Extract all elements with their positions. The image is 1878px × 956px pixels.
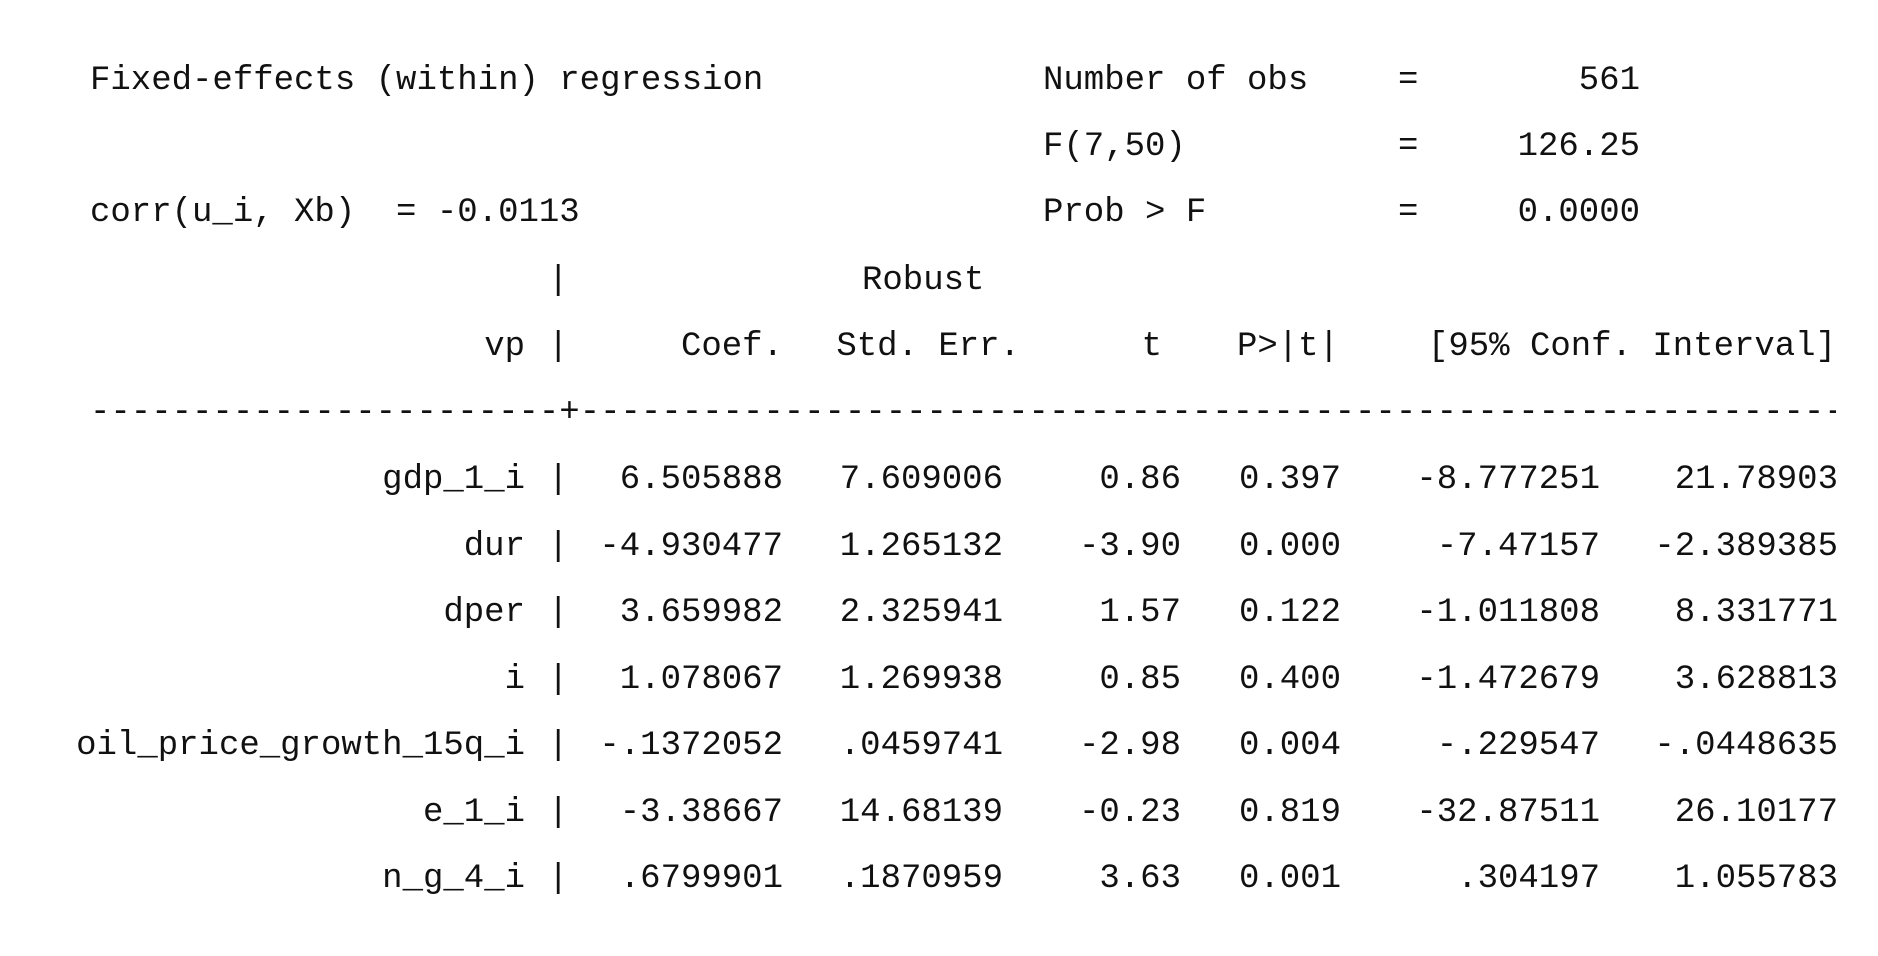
row-ci-low: -1.472679 xyxy=(1416,661,1600,699)
header-pipe: | xyxy=(548,262,569,300)
row-coef: .6799901 xyxy=(619,860,783,898)
row-se: 14.68139 xyxy=(839,794,1003,832)
row-ci-high: -2.389385 xyxy=(1654,528,1838,566)
row-p: 0.819 xyxy=(1238,794,1341,832)
row-coef: 1.078067 xyxy=(619,661,783,699)
row-p: 0.122 xyxy=(1238,594,1341,632)
row-se: 7.609006 xyxy=(839,461,1003,499)
col-header-ci: [95% Conf. Interval] xyxy=(1427,328,1836,366)
row-se: .1870959 xyxy=(839,860,1003,898)
row-pipe: | xyxy=(548,794,569,832)
row-pipe: | xyxy=(548,860,569,898)
robust-label: Robust xyxy=(862,262,985,300)
row-p: 0.000 xyxy=(1238,528,1341,566)
row-t: 0.85 xyxy=(1099,661,1181,699)
row-p: 0.397 xyxy=(1238,461,1341,499)
row-p: 0.004 xyxy=(1238,727,1341,765)
stat-eq-nobs: = xyxy=(1398,62,1419,100)
corr-line: corr(u_i, Xb) = -0.0113 xyxy=(90,194,580,232)
row-coef: -.1372052 xyxy=(599,727,783,765)
stat-value-probf: 0.0000 xyxy=(1517,194,1640,232)
row-var: n_g_4_i xyxy=(382,860,525,898)
row-pipe: | xyxy=(548,594,569,632)
row-t: 0.86 xyxy=(1099,461,1181,499)
row-ci-high: 8.331771 xyxy=(1674,594,1838,632)
row-pipe: | xyxy=(548,528,569,566)
row-var: e_1_i xyxy=(422,794,525,832)
row-ci-low: -8.777251 xyxy=(1416,461,1600,499)
stat-label-f: F(7,50) xyxy=(1043,128,1186,166)
row-p: 0.400 xyxy=(1238,661,1341,699)
row-var: i xyxy=(504,661,525,699)
stat-eq-f: = xyxy=(1398,128,1419,166)
row-var: gdp_1_i xyxy=(382,461,525,499)
row-pipe: | xyxy=(548,661,569,699)
row-se: 2.325941 xyxy=(839,594,1003,632)
row-ci-high: 3.628813 xyxy=(1674,661,1838,699)
col-header-t: t xyxy=(1141,328,1162,366)
row-var: oil_price_growth_15q_i xyxy=(76,727,525,765)
row-pipe: | xyxy=(548,461,569,499)
stat-eq-probf: = xyxy=(1398,194,1419,232)
depvar-label: vp xyxy=(484,328,525,366)
row-ci-high: -.0448635 xyxy=(1654,727,1838,765)
row-t: 3.63 xyxy=(1099,860,1181,898)
table-separator: -----------------------+----------------… xyxy=(90,394,1836,432)
col-header-se: Std. Err. xyxy=(836,328,1020,366)
header-pipe-2: | xyxy=(548,328,569,366)
stat-label-probf: Prob > F xyxy=(1043,194,1207,232)
row-t: -3.90 xyxy=(1078,528,1181,566)
row-pipe: | xyxy=(548,727,569,765)
row-ci-low: -32.87511 xyxy=(1416,794,1600,832)
row-se: 1.269938 xyxy=(839,661,1003,699)
col-header-coef: Coef. xyxy=(680,328,783,366)
row-coef: -4.930477 xyxy=(599,528,783,566)
stat-value-f: 126.25 xyxy=(1517,128,1640,166)
row-ci-low: -7.47157 xyxy=(1436,528,1600,566)
stat-value-nobs: 561 xyxy=(1578,62,1640,100)
row-se: 1.265132 xyxy=(839,528,1003,566)
row-t: 1.57 xyxy=(1099,594,1181,632)
row-var: dur xyxy=(463,528,525,566)
row-coef: 3.659982 xyxy=(619,594,783,632)
regression-output: Fixed-effects (within) regression Number… xyxy=(0,0,1878,956)
row-p: 0.001 xyxy=(1238,860,1341,898)
row-ci-high: 26.10177 xyxy=(1674,794,1838,832)
row-ci-low: -1.011808 xyxy=(1416,594,1600,632)
row-ci-low: .304197 xyxy=(1457,860,1600,898)
row-ci-high: 1.055783 xyxy=(1674,860,1838,898)
row-coef: 6.505888 xyxy=(619,461,783,499)
row-var: dper xyxy=(443,594,525,632)
row-t: -0.23 xyxy=(1078,794,1181,832)
col-header-p: P>|t| xyxy=(1236,328,1339,366)
regression-title: Fixed-effects (within) regression xyxy=(90,62,764,100)
row-ci-high: 21.78903 xyxy=(1674,461,1838,499)
row-se: .0459741 xyxy=(839,727,1003,765)
row-ci-low: -.229547 xyxy=(1436,727,1600,765)
stat-label-nobs: Number of obs xyxy=(1043,62,1309,100)
row-coef: -3.38667 xyxy=(619,794,783,832)
row-t: -2.98 xyxy=(1078,727,1181,765)
